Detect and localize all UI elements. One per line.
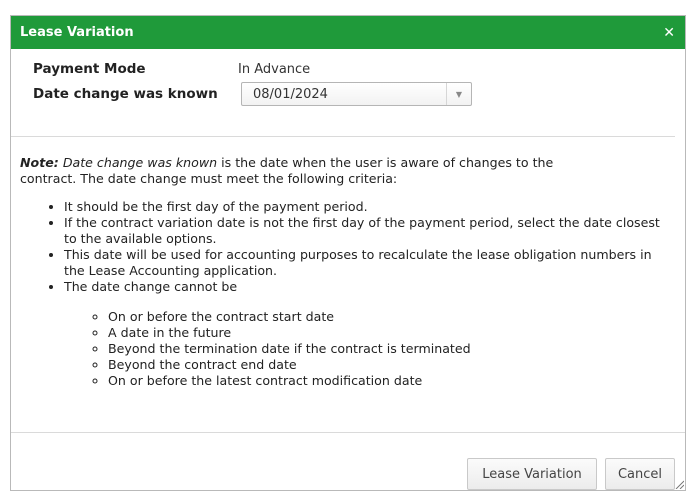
resize-grip-icon[interactable] [674,479,684,489]
payment-mode-row: Payment Mode In Advance [33,59,671,79]
cannot-be-list: On or before the contract start date A d… [64,309,672,389]
note-text-line2: contract. The date change must meet the … [20,171,398,186]
payment-mode-value: In Advance [238,61,311,77]
cannot-be-item: On or before the latest contract modific… [108,373,672,389]
note-emphasis: Date change was known [62,155,218,170]
criteria-item-label: The date change cannot be [64,279,238,294]
criteria-item-cannot-be: The date change cannot be On or before t… [64,279,672,389]
cannot-be-item: Beyond the contract end date [108,357,672,373]
lease-variation-button[interactable]: Lease Variation [467,458,597,490]
date-change-select[interactable]: 08/01/2024 ▼ [241,82,472,106]
footer-divider [11,432,685,433]
chevron-down-icon[interactable]: ▼ [446,83,471,105]
note-prefix: Note: [20,155,59,170]
cannot-be-item: On or before the contract start date [108,309,672,325]
note-text-line1: is the date when the user is aware of ch… [217,155,554,170]
payment-mode-label: Payment Mode [33,61,146,77]
note-paragraph: Note: Date change was known is the date … [20,155,672,187]
close-icon[interactable]: ✕ [663,26,675,40]
lease-variation-dialog: Lease Variation ✕ Payment Mode In Advanc… [10,15,686,491]
date-change-label: Date change was known [33,86,218,102]
date-change-value: 08/01/2024 [253,86,328,102]
criteria-list: It should be the first day of the paymen… [20,199,672,389]
dialog-title: Lease Variation [20,25,134,40]
section-divider [11,136,675,137]
cancel-button[interactable]: Cancel [605,458,675,490]
criteria-item: It should be the first day of the paymen… [64,199,672,215]
cannot-be-item: Beyond the termination date if the contr… [108,341,672,357]
criteria-item: If the contract variation date is not th… [64,215,672,247]
criteria-item: This date will be used for accounting pu… [64,247,672,279]
dialog-titlebar: Lease Variation ✕ [11,16,685,49]
form-area: Payment Mode In Advance Date change was … [11,49,685,107]
note-section: Note: Date change was known is the date … [20,155,672,389]
cannot-be-item: A date in the future [108,325,672,341]
date-change-row: Date change was known 08/01/2024 ▼ [33,81,671,107]
